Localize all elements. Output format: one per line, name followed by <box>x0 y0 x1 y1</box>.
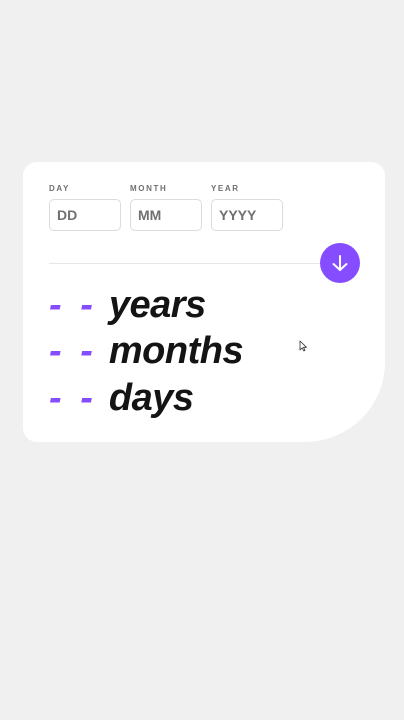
result-years: - - years <box>49 283 206 327</box>
day-input[interactable] <box>49 199 121 231</box>
year-label: YEAR <box>211 184 240 193</box>
arrow-down-icon <box>332 255 348 271</box>
year-field: YEAR <box>211 184 283 231</box>
day-label: DAY <box>49 184 70 193</box>
month-label: MONTH <box>130 184 168 193</box>
submit-button[interactable] <box>320 243 360 283</box>
days-unit: days <box>108 377 194 419</box>
months-unit: months <box>108 330 244 372</box>
years-unit: years <box>108 284 206 326</box>
mouse-cursor-icon <box>299 340 307 352</box>
months-value: - - <box>49 330 97 372</box>
result-months: - - months <box>49 329 244 373</box>
year-input[interactable] <box>211 199 283 231</box>
day-field: DAY <box>49 184 121 231</box>
days-value: - - <box>49 377 97 419</box>
result-days: - - days <box>49 376 194 420</box>
month-input[interactable] <box>130 199 202 231</box>
age-calculator-card: DAY MONTH YEAR - - years - - months - - … <box>23 162 385 442</box>
years-value: - - <box>49 284 97 326</box>
month-field: MONTH <box>130 184 202 231</box>
divider <box>49 263 339 264</box>
